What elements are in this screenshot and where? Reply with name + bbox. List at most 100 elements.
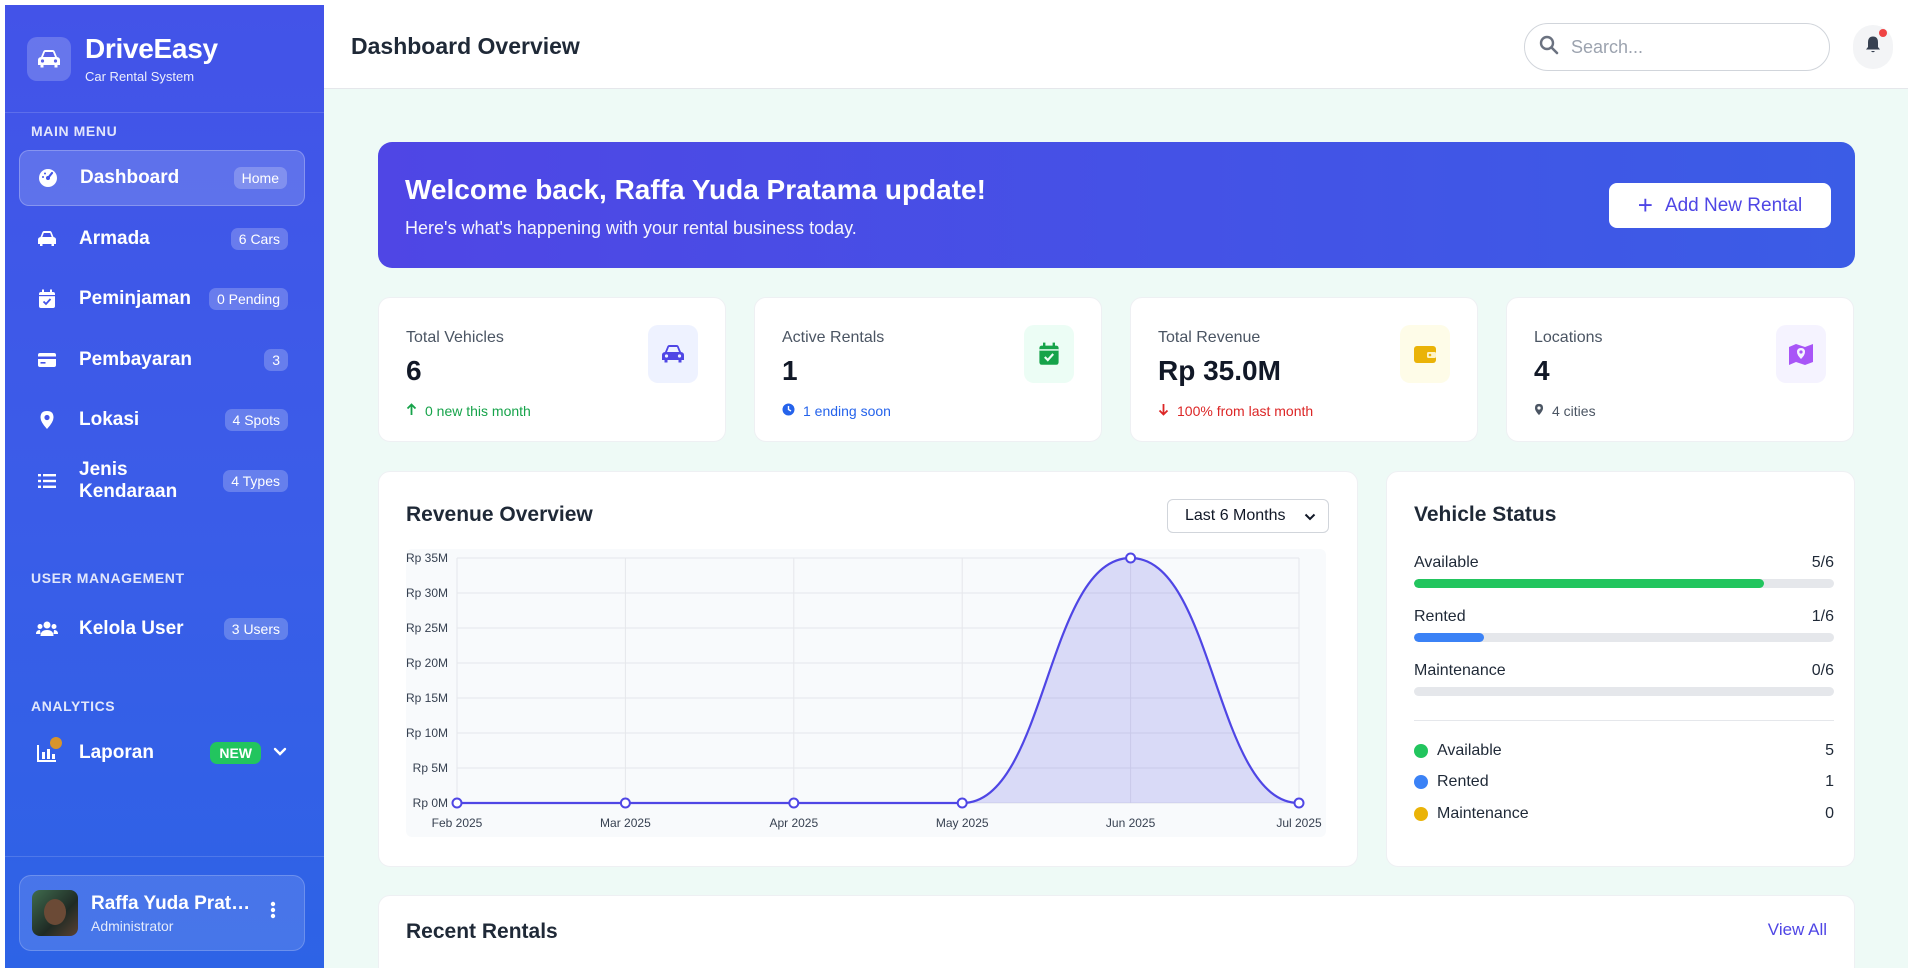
sidebar: DriveEasy Car Rental System MAIN MENU Da… [5,5,324,968]
stat-label: Total Vehicles [406,329,504,346]
avatar [32,890,78,936]
legend-count: 0 [1825,805,1834,822]
more-options-icon[interactable] [270,900,276,926]
stat-foot-text: 4 cities [1552,403,1596,419]
welcome-title: Welcome back, Raffa Yuda Pratama update! [405,174,986,205]
y-tick-label: Rp 10M [406,726,448,740]
status-bar-rented: Rented 1/6 [1414,608,1834,642]
app: DriveEasy Car Rental System MAIN MENU Da… [5,5,1908,968]
revenue-panel: Revenue Overview Last 6 Months Rp 0M Rp 5… [378,471,1358,867]
sidebar-item-badge: 3 Users [223,618,288,640]
sidebar-item-kelola-user[interactable]: Kelola User 3 Users [19,601,305,657]
stat-label: Locations [1534,329,1603,346]
range-select[interactable]: Last 6 Months [1167,499,1329,533]
legend-count: 5 [1825,742,1834,759]
sidebar-item-peminjaman[interactable]: Peminjaman 0 Pending [19,271,305,327]
revenue-chart-svg: Rp 0M Rp 5M Rp 10M Rp 15M Rp 20M Rp 25M Rp 30M… [406,551,1322,830]
data-point [451,797,463,809]
new-badge: NEW [210,742,261,764]
y-tick-label: Rp 25M [406,621,448,635]
map-pin-icon [36,409,58,431]
x-tick-label: Feb 2025 [432,816,483,830]
add-new-rental-label: Add New Rental [1664,194,1803,216]
sidebar-item-armada[interactable]: Armada 6 Cars [19,211,305,267]
y-tick-label: Rp 20M [406,656,448,670]
list-icon [36,470,58,492]
user-profile[interactable]: Raffa Yuda Pratama Administrator [19,875,305,951]
revenue-area [457,558,1299,803]
stat-foot: 4 cities [1534,403,1596,419]
vehicle-status-title: Vehicle Status [1414,503,1557,526]
sidebar-item-badge: 6 Cars [230,228,288,250]
calendar-check-icon [36,288,58,310]
welcome-banner: Welcome back, Raffa Yuda Pratama update!… [378,142,1855,268]
y-tick-label: Rp 15M [406,691,448,705]
stat-value: 1 [782,355,798,386]
arrow-down-icon [1158,403,1169,419]
sidebar-item-lokasi[interactable]: Lokasi 4 Spots [19,392,305,448]
brand-name: DriveEasy [85,33,218,64]
sidebar-item-label: Lokasi [79,409,140,430]
map-icon [1776,325,1826,383]
sidebar-item-badge: 4 Types [223,470,288,492]
legend-row: Maintenance 0 [1414,805,1834,823]
chevron-down-icon[interactable] [273,744,287,762]
clock-icon [782,403,795,419]
sidebar-item-label: Laporan [79,742,154,763]
brand[interactable]: DriveEasy Car Rental System [5,5,324,113]
status-bar-value: 0/6 [1811,662,1834,679]
stat-card-total-revenue: Total Revenue Rp 35.0M 100% from last mo… [1130,297,1478,442]
legend-label: Maintenance [1437,805,1529,822]
credit-card-icon [36,349,58,371]
sidebar-item-label: Jenis Kendaraan [79,459,178,502]
notification-dot [50,737,62,749]
stat-label: Total Revenue [1158,329,1261,346]
data-point [619,797,631,809]
notification-button[interactable] [1853,25,1893,69]
map-pin-icon [1534,403,1544,419]
status-bar-value: 5/6 [1811,554,1834,571]
status-bar-label: Rented [1414,608,1466,625]
section-analytics: ANALYTICS [31,698,116,714]
legend-count: 1 [1825,773,1834,790]
search-box[interactable] [1524,23,1830,71]
stat-foot-text: 1 ending soon [803,403,891,419]
add-new-rental-button[interactable]: + Add New Rental [1609,183,1831,228]
status-bar-label: Maintenance [1414,662,1506,679]
data-point [1293,797,1305,809]
welcome-subtitle: Here's what's happening with your rental… [405,218,857,238]
stat-foot: 100% from last month [1158,403,1313,419]
x-tick-label: Mar 2025 [600,816,651,830]
wallet-icon [1400,325,1450,383]
legend-dot [1414,775,1428,789]
stat-foot-text: 100% from last month [1177,403,1314,419]
sidebar-item-dashboard[interactable]: Dashboard Home [19,150,305,206]
recent-rentals-title: Recent Rentals [406,920,558,943]
progress-fill [1414,579,1764,588]
status-bar-label: Available [1414,554,1479,571]
y-tick-label: Rp 0M [413,796,448,810]
calendar-check-icon [1024,325,1074,383]
sidebar-item-label: Kelola User [79,618,184,639]
sidebar-divider [5,856,324,857]
search-icon [1539,35,1559,60]
chevron-down-icon [1304,509,1316,527]
divider [1414,720,1834,721]
sidebar-item-laporan[interactable]: Laporan NEW [19,725,305,781]
stat-card-locations: Locations 4 4 cities [1506,297,1854,442]
notification-dot [1879,29,1887,37]
profile-role: Administrator [91,917,174,934]
search-input[interactable] [1571,36,1811,58]
sidebar-item-pembayaran[interactable]: Pembayaran 3 [19,332,305,388]
legend-row: Available 5 [1414,742,1834,760]
range-select-value: Last 6 Months [1185,507,1286,524]
legend-row: Rented 1 [1414,773,1834,791]
stat-card-active-rentals: Active Rentals 1 1 ending soon [754,297,1102,442]
y-tick-label: Rp 35M [406,551,448,565]
sidebar-item-label: Peminjaman [79,288,191,309]
view-all-link[interactable]: View All [1768,920,1827,940]
recent-rentals-panel: Recent Rentals View All [378,895,1855,968]
stat-label: Active Rentals [782,329,885,346]
sidebar-item-jenis-kendaraan[interactable]: Jenis Kendaraan 4 Types [19,453,305,509]
progress-track [1414,579,1834,588]
